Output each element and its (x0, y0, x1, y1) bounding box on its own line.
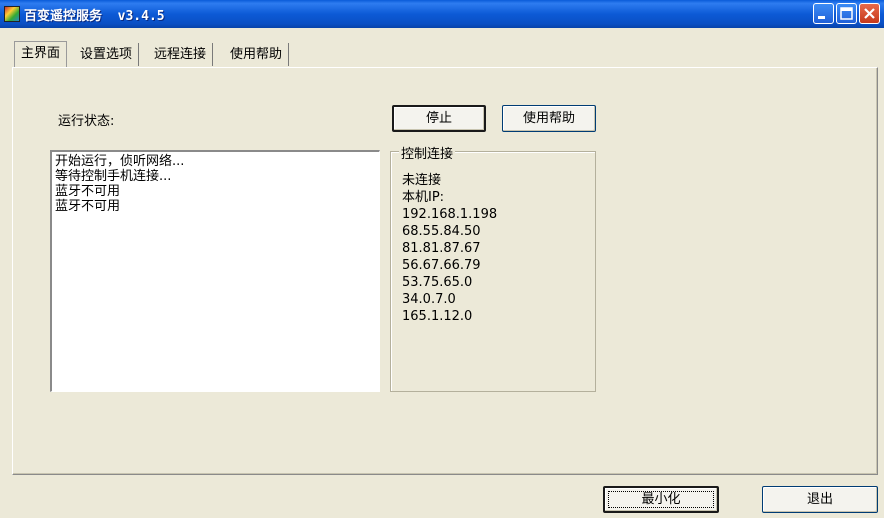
log-line: 等待控制手机连接... (55, 169, 172, 184)
group-body: 未连接 本机IP: 192.168.1.198 68.55.84.50 81.8… (402, 172, 497, 325)
exit-button-label: 退出 (806, 492, 833, 507)
log-list[interactable]: 开始运行，侦听网络... 等待控制手机连接... 蓝牙不可用 蓝牙不可用 (50, 150, 380, 392)
tab-settings[interactable]: 设置选项 (74, 43, 140, 66)
ip-address: 34.0.7.0 (402, 292, 456, 307)
minimize-icon (818, 16, 825, 19)
ip-address: 68.55.84.50 (402, 224, 481, 239)
status-label: 运行状态: (58, 114, 115, 129)
log-line: 开始运行，侦听网络... (55, 154, 185, 169)
minimize-window-button[interactable]: 最小化 (603, 486, 719, 513)
help-button-label: 使用帮助 (522, 111, 575, 126)
exit-button[interactable]: 退出 (762, 486, 878, 513)
maximize-button[interactable] (836, 3, 857, 24)
window-title: 百变遥控服务 v3.4.5 (24, 9, 165, 24)
tab-remote[interactable]: 远程连接 (148, 43, 214, 66)
title-bar: 百变遥控服务 v3.4.5 (0, 0, 884, 28)
log-line: 蓝牙不可用 (55, 184, 121, 199)
close-button[interactable] (859, 3, 880, 24)
tab-main[interactable]: 主界面 (14, 41, 68, 67)
focus-rect (608, 491, 714, 508)
app-icon (4, 6, 20, 22)
ip-address: 192.168.1.198 (402, 207, 498, 222)
ip-address: 56.67.66.79 (402, 258, 481, 273)
stop-button-label: 停止 (425, 111, 452, 126)
help-button[interactable]: 使用帮助 (502, 105, 596, 132)
connection-status: 未连接 (402, 173, 442, 188)
minimize-button[interactable] (813, 3, 834, 24)
log-line: 蓝牙不可用 (55, 199, 121, 214)
tab-help[interactable]: 使用帮助 (224, 43, 290, 66)
ip-address: 53.75.65.0 (402, 275, 473, 290)
close-icon (864, 8, 875, 19)
group-title: 控制连接 (399, 143, 456, 162)
maximize-icon (840, 7, 853, 20)
ip-label: 本机IP: (402, 190, 445, 205)
ip-address: 81.81.87.67 (402, 241, 481, 256)
stop-button[interactable]: 停止 (392, 105, 486, 132)
ip-address: 165.1.12.0 (402, 309, 473, 324)
